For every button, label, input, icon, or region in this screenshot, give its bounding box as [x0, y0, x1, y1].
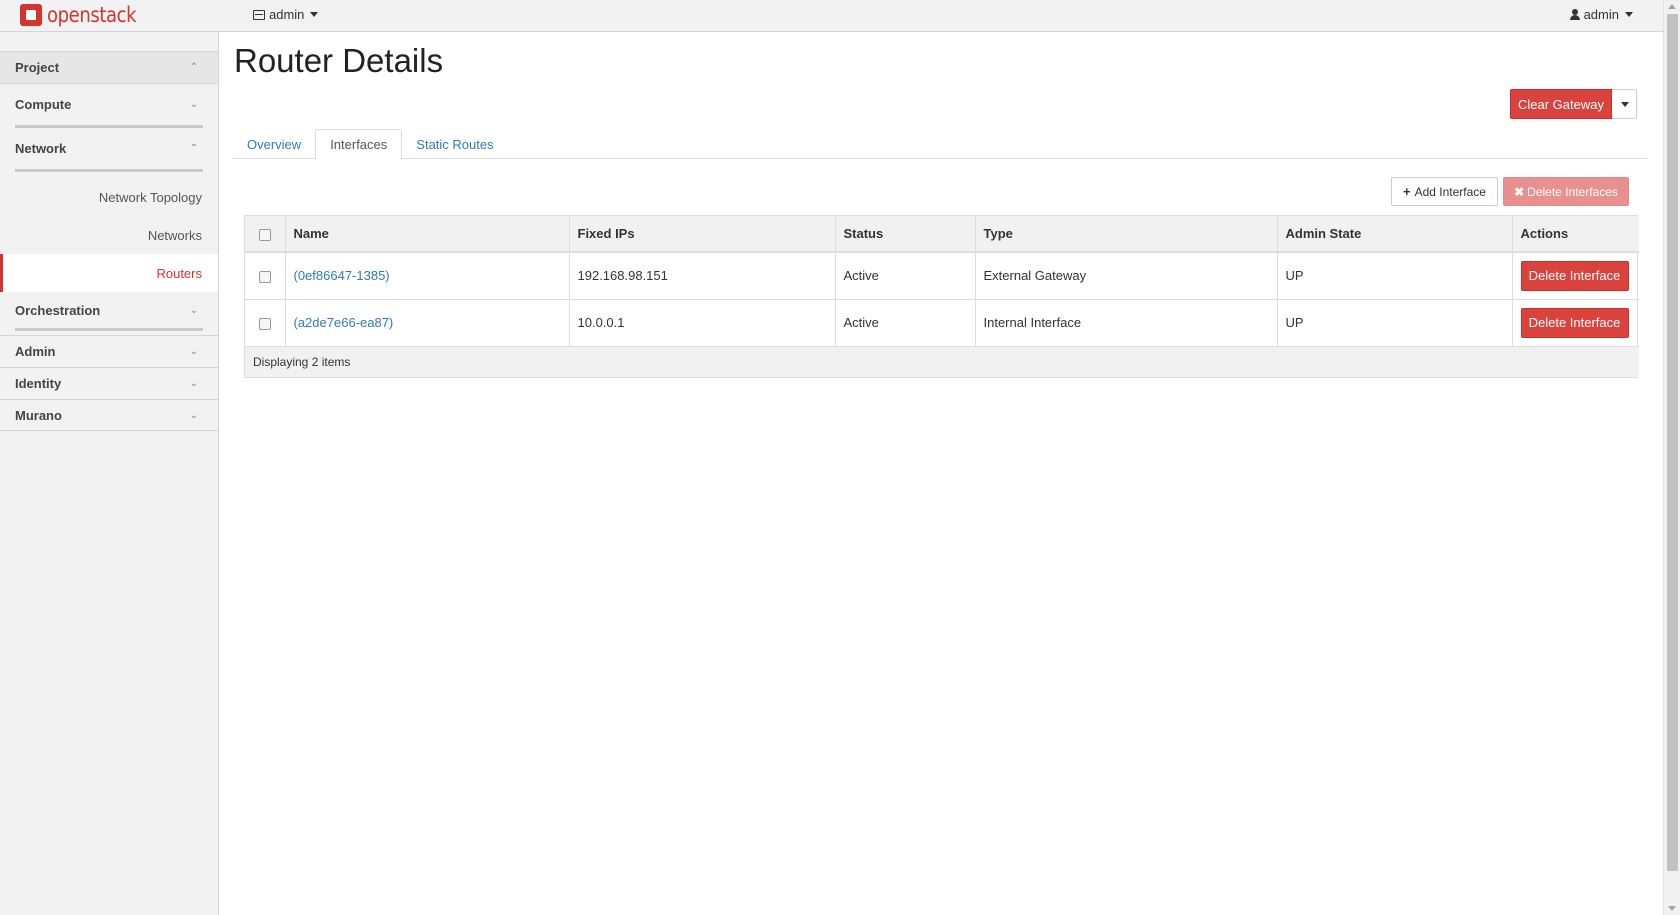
table-footer: Displaying 2 items [245, 345, 1639, 377]
sidebar-item-label: Networks [147, 227, 202, 243]
sidebar-project-label: Project [15, 60, 60, 75]
column-header-actions: Actions [1512, 216, 1639, 253]
router-tabs: Overview Interfaces Static Routes [233, 129, 1647, 160]
add-interface-label: Add Interface [1414, 184, 1486, 199]
caret-down-icon [1625, 12, 1633, 17]
plus-icon: + [1403, 184, 1411, 199]
column-header-fixed-ips[interactable]: Fixed IPs [569, 216, 836, 253]
top-navbar: openstack admin admin [0, 0, 1663, 32]
chevron-down-icon: ⌄ [189, 304, 198, 316]
row-checkbox[interactable] [258, 270, 271, 283]
page-title: Router Details [234, 42, 444, 79]
name-cell: (0ef86647-1385) [285, 251, 570, 299]
name-cell: (a2de7e66-ea87) [285, 298, 570, 346]
tab-overview[interactable]: Overview [233, 129, 315, 159]
router-actions: Clear Gateway [1510, 89, 1637, 119]
sidebar-compute-label: Compute [15, 97, 72, 112]
sidebar-dashboard-murano[interactable]: Murano ⌄ [0, 399, 218, 431]
scroll-down-arrow-icon[interactable] [1668, 906, 1676, 911]
openstack-logo-icon [20, 4, 42, 26]
sidebar: Project ⌃ Compute ⌄ Network ⌃ Network To… [0, 32, 219, 915]
openstack-logo[interactable]: openstack [20, 2, 151, 28]
table-actions: + Add Interface ✖ Delete Interfaces [1391, 177, 1629, 206]
type-cell: Internal Interface [975, 298, 1278, 346]
user-menu[interactable]: admin [1569, 7, 1633, 22]
project-switcher-label: admin [269, 7, 305, 22]
delete-interfaces-label: Delete Interfaces [1527, 184, 1618, 199]
row-select-cell [245, 298, 286, 346]
user-icon [1569, 9, 1580, 20]
row-checkbox[interactable] [258, 317, 271, 330]
sidebar-dashboard-project[interactable]: Project ⌃ [0, 51, 218, 84]
sidebar-identity-label: Identity [15, 376, 62, 391]
sidebar-item-label: Network Topology [98, 189, 202, 205]
chevron-up-icon: ⌃ [189, 62, 198, 73]
delete-interface-button[interactable]: Delete Interface [1520, 260, 1629, 291]
fixed-ips-cell: 192.168.98.151 [569, 251, 836, 299]
project-switcher[interactable]: admin [253, 7, 319, 22]
page-scrollbar[interactable] [1663, 0, 1680, 915]
interfaces-table: Name Fixed IPs Status Type Admin State A… [244, 215, 1639, 378]
interface-link[interactable]: (0ef86647-1385) [294, 268, 390, 283]
sidebar-orchestration-label: Orchestration [15, 302, 101, 318]
item-count: Displaying 2 items [245, 345, 1639, 377]
sidebar-item-routers[interactable]: Routers [0, 254, 218, 292]
caret-down-icon [310, 12, 319, 17]
column-header-status[interactable]: Status [835, 216, 976, 253]
table-row: (0ef86647-1385) 192.168.98.151 Active Ex… [245, 251, 1639, 299]
chevron-up-icon: ⌃ [189, 143, 198, 154]
scroll-up-arrow-icon[interactable] [1668, 4, 1676, 9]
sidebar-network-label: Network [15, 141, 67, 156]
sidebar-murano-label: Murano [15, 407, 62, 423]
column-header-admin-state[interactable]: Admin State [1277, 216, 1513, 253]
clear-gateway-button[interactable]: Clear Gateway [1510, 89, 1612, 119]
sidebar-panel-orchestration[interactable]: Orchestration ⌄ [15, 292, 203, 331]
more-actions-dropdown[interactable] [1612, 89, 1637, 119]
type-cell: External Gateway [975, 251, 1278, 299]
sidebar-item-label: Routers [156, 265, 202, 281]
caret-down-icon [1621, 101, 1629, 107]
sidebar-panel-compute[interactable]: Compute ⌄ [15, 84, 203, 128]
chevron-down-icon: ⌄ [189, 99, 198, 110]
sidebar-dashboard-identity[interactable]: Identity ⌄ [0, 367, 218, 399]
sidebar-dashboard-admin[interactable]: Admin ⌄ [0, 335, 218, 367]
tab-interfaces[interactable]: Interfaces [315, 129, 403, 160]
user-menu-label: admin [1583, 7, 1619, 22]
scrollbar-thumb[interactable] [1667, 14, 1678, 871]
actions-cell: Delete Interface [1512, 251, 1639, 299]
delete-interface-button[interactable]: Delete Interface [1520, 307, 1629, 338]
chevron-down-icon: ⌄ [189, 409, 198, 421]
table-row: (a2de7e66-ea87) 10.0.0.1 Active Internal… [245, 298, 1639, 346]
table-header-row: Name Fixed IPs Status Type Admin State A… [245, 216, 1639, 253]
status-cell: Active [835, 298, 976, 346]
logo-text: openstack [47, 3, 137, 27]
fixed-ips-cell: 10.0.0.1 [569, 298, 836, 346]
sidebar-admin-label: Admin [15, 344, 56, 359]
server-icon [253, 9, 265, 20]
sidebar-panel-network[interactable]: Network ⌃ [15, 128, 203, 172]
admin-state-cell: UP [1277, 298, 1513, 346]
delete-interfaces-button[interactable]: ✖ Delete Interfaces [1503, 177, 1629, 206]
status-cell: Active [835, 251, 976, 299]
interface-link[interactable]: (a2de7e66-ea87) [294, 315, 394, 330]
close-icon: ✖ [1514, 184, 1525, 199]
chevron-down-icon: ⌄ [189, 346, 198, 357]
row-select-cell [245, 251, 286, 299]
select-all-cell [245, 216, 286, 253]
chevron-down-icon: ⌄ [189, 378, 198, 389]
sidebar-item-networks[interactable]: Networks [0, 216, 218, 254]
actions-cell: Delete Interface [1512, 298, 1639, 346]
column-header-name[interactable]: Name [285, 216, 570, 253]
add-interface-button[interactable]: + Add Interface [1391, 177, 1498, 206]
select-all-checkbox[interactable] [258, 228, 271, 241]
tab-static-routes[interactable]: Static Routes [402, 129, 507, 159]
sidebar-item-network-topology[interactable]: Network Topology [0, 178, 218, 216]
admin-state-cell: UP [1277, 251, 1513, 299]
column-header-type[interactable]: Type [975, 216, 1278, 253]
